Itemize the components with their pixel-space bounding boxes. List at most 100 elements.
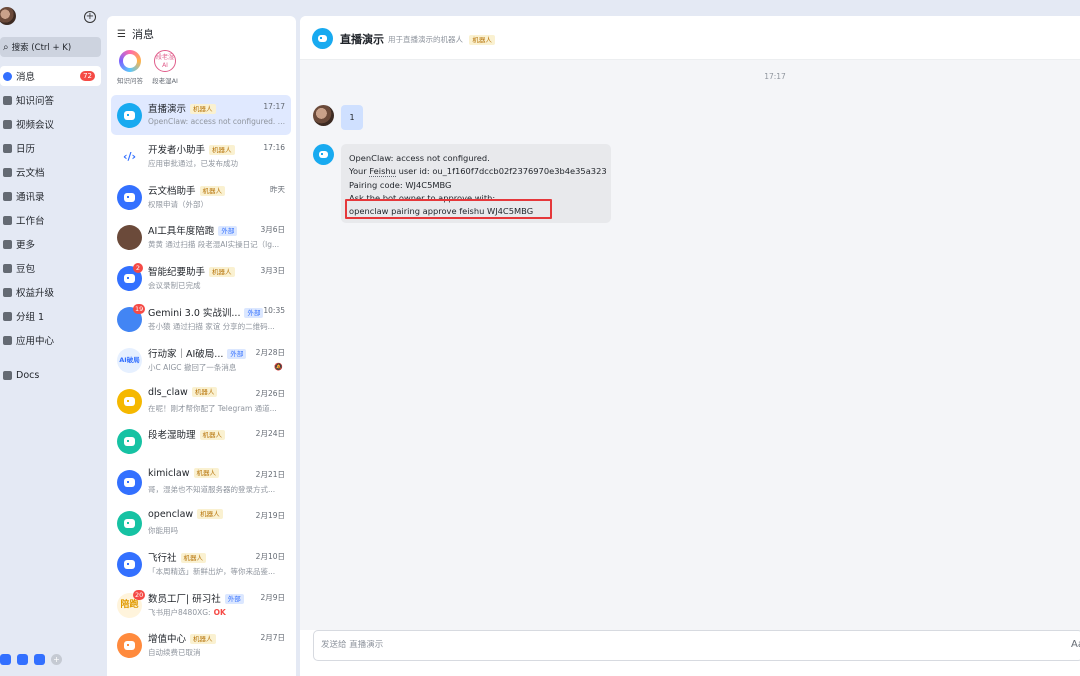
chat-time: 17:17 bbox=[263, 102, 285, 111]
nav-item-label: 视频会议 bbox=[16, 120, 55, 131]
chat-list-item[interactable]: 增值中心 机器人 2月7日 自动续费已取消 bbox=[111, 625, 291, 665]
nav-item-0[interactable]: 消息 72 bbox=[0, 66, 101, 86]
chat-name: 智能纪要助手 bbox=[148, 267, 206, 279]
external-tag: 外部 bbox=[224, 593, 244, 604]
external-tag: 外部 bbox=[218, 226, 238, 237]
left-nav: + ⌕ 搜索 (Ctrl + K) 消息 72 知识问答视频会议日历云文档通讯录工作… bbox=[0, 0, 106, 676]
duanlaoshi-ai-icon: 段老湿AI bbox=[154, 50, 176, 72]
add-app-icon[interactable]: + bbox=[51, 654, 62, 665]
user-message-avatar[interactable] bbox=[313, 105, 334, 126]
list-filter-icon[interactable]: ☰ bbox=[117, 29, 126, 40]
chat-preview: 飞书用户8480XG: OK bbox=[148, 607, 286, 618]
chat-time: 2月21日 bbox=[255, 470, 285, 480]
nav-item-11[interactable]: 应用中心 bbox=[0, 330, 101, 350]
bot-message-line-user-id: Your Feishu user id: ou_1f160f7dccb02f23… bbox=[349, 166, 607, 178]
chat-avatar bbox=[117, 388, 142, 414]
search-button[interactable]: ⌕ 搜索 (Ctrl + K) bbox=[0, 37, 101, 57]
nav-item-10[interactable]: 分组 1 bbox=[0, 306, 101, 326]
chat-list-item[interactable]: 19 Gemini 3.0 实战训... 外部 10:35 苍小猿 通过扫描 家谊 分享… bbox=[111, 299, 291, 339]
chat-time: 10:35 bbox=[263, 306, 285, 315]
chat-title[interactable]: 直播演示 bbox=[340, 31, 384, 47]
chat-avatar bbox=[117, 511, 142, 536]
chat-list-item[interactable]: 云文档助手 机器人 昨天 权限申请（外部） bbox=[111, 177, 291, 217]
feishu-link[interactable]: Feishu bbox=[369, 166, 396, 178]
chat-preview-text: 苍小猿 通过扫描 家谊 分享的二维码... bbox=[148, 322, 275, 331]
chat-name: kimiclaw bbox=[148, 468, 190, 480]
chat-name-line: 智能纪要助手 机器人 bbox=[148, 264, 235, 278]
format-button[interactable]: Aa bbox=[1071, 639, 1080, 650]
chat-list-item[interactable]: 飞行社 机器人 2月10日 「本周精选」新鲜出炉，等你来品鉴... bbox=[111, 544, 291, 584]
nav-item-6[interactable]: 工作台 bbox=[0, 210, 101, 230]
nav-item-12[interactable]: Docs bbox=[0, 365, 101, 385]
unread-badge: 72 bbox=[80, 71, 95, 81]
chat-preview-text: 你能用吗 bbox=[148, 526, 178, 535]
chat-list-item[interactable]: dls_claw 机器人 2月26日 在呢！刚才帮你配了 Telegram 通道... bbox=[111, 381, 291, 421]
bot-tag: 机器人 bbox=[191, 386, 218, 397]
chat-list-item[interactable]: 段老湿助理 机器人 2月24日 bbox=[111, 421, 291, 461]
nav-item-9[interactable]: 权益升级 bbox=[0, 282, 101, 302]
chat-list-item[interactable]: 2 智能纪要助手 机器人 3月3日 会议录制已完成 bbox=[111, 258, 291, 298]
user-message-bubble[interactable]: 1 bbox=[341, 105, 363, 130]
message-input[interactable] bbox=[321, 640, 1021, 650]
bot-tag: 机器人 bbox=[190, 104, 216, 114]
bot-message-avatar[interactable] bbox=[313, 144, 334, 165]
chat-list-item[interactable]: ‹/› 开发者小助手 机器人 17:16 应用审批通过，已发布成功 bbox=[111, 136, 291, 176]
chat-preview-text: OpenClaw: access not configured. Yo... bbox=[148, 117, 286, 126]
nav-item-label: 通讯录 bbox=[16, 192, 45, 203]
chat-list-item[interactable]: 直播演示 机器人 17:17 OpenClaw: access not configu… bbox=[111, 95, 291, 135]
app-icon-2[interactable] bbox=[17, 654, 28, 665]
nav-item-5[interactable]: 通讯录 bbox=[0, 186, 101, 206]
message-area: 17:17 1 OpenClaw: access not configured.… bbox=[300, 60, 1080, 630]
nav-item-label: 权益升级 bbox=[16, 288, 55, 299]
bot-message-line: Pairing code: WJ4C5MBG bbox=[349, 179, 452, 190]
nav-icon bbox=[3, 71, 12, 81]
chat-name: 增值中心 bbox=[148, 634, 187, 646]
nav-item-7[interactable]: 更多 bbox=[0, 234, 101, 254]
app-icon-3[interactable] bbox=[34, 654, 45, 665]
nav-item-label: 应用中心 bbox=[16, 336, 55, 347]
time-separator: 17:17 bbox=[764, 72, 786, 81]
chat-name: 行动家｜AI破局... bbox=[148, 348, 224, 360]
nav-item-2[interactable]: 视频会议 bbox=[0, 114, 101, 134]
nav-item-3[interactable]: 日历 bbox=[0, 138, 101, 158]
chat-list-item[interactable]: AI工具年度陪跑 外部 3月6日 黄黄 通过扫描 段老湿AI实操日记（lg... bbox=[111, 217, 291, 257]
chat-name: Gemini 3.0 实战训... bbox=[148, 308, 241, 319]
chat-preview: 「本周精选」新鲜出炉，等你来品鉴... bbox=[148, 566, 286, 577]
chat-list-item[interactable]: openclaw 机器人 2月19日 你能用吗 bbox=[111, 503, 291, 543]
chat-preview: 哥，湿弟也不知道服务器的登录方式... bbox=[148, 484, 286, 495]
mute-icon: 🔕 bbox=[274, 362, 283, 371]
nav-item-label: 豆包 bbox=[16, 264, 36, 275]
message-composer[interactable]: Aa bbox=[313, 630, 1080, 661]
quick-app-duanlaoshi-ai[interactable]: 段老湿AI 段老湿AI bbox=[142, 50, 188, 85]
chat-list-item[interactable]: 陪跑 20 数员工厂| 研习社 外部 2月9日 飞书用户8480XG: OK bbox=[111, 585, 291, 625]
nav-item-label: 工作台 bbox=[16, 216, 45, 227]
chat-name: 数员工厂| 研习社 bbox=[148, 593, 221, 605]
quick-app-label: 知识问答 bbox=[117, 77, 143, 85]
chat-name-line: dls_claw 机器人 bbox=[148, 386, 218, 398]
nav-icon bbox=[3, 370, 12, 380]
user-avatar[interactable] bbox=[0, 7, 16, 25]
chat-avatar bbox=[117, 429, 142, 455]
external-tag: 外部 bbox=[227, 348, 247, 359]
nav-icon bbox=[3, 335, 12, 345]
chat-name-line: openclaw 机器人 bbox=[148, 509, 223, 520]
chat-header: 直播演示 用于直播演示的机器人 机器人 bbox=[300, 16, 1080, 60]
chat-list-item[interactable]: kimiclaw 机器人 2月21日 哥，湿弟也不知道服务器的登录方式... bbox=[111, 462, 291, 502]
nav-item-4[interactable]: 云文档 bbox=[0, 162, 101, 182]
chat-preview: 自动续费已取消 bbox=[148, 647, 286, 658]
chat-preview-text: 黄黄 通过扫描 段老湿AI实操日记（lg... bbox=[148, 240, 280, 250]
chat-preview-text: 自动续费已取消 bbox=[148, 648, 201, 658]
add-icon[interactable]: + bbox=[84, 11, 96, 23]
nav-item-8[interactable]: 豆包 bbox=[0, 258, 101, 278]
nav-icon bbox=[3, 143, 12, 153]
chat-name-line: 行动家｜AI破局... 外部 bbox=[148, 346, 247, 360]
chat-time: 昨天 bbox=[270, 184, 285, 194]
bot-avatar-icon[interactable] bbox=[312, 28, 333, 49]
chat-name-line: 飞行社 机器人 bbox=[148, 550, 207, 564]
list-title: 消息 bbox=[131, 28, 154, 41]
external-tag: 外部 bbox=[244, 308, 264, 318]
chat-list-item[interactable]: AI破局 行动家｜AI破局... 外部 2月28日 小C AIGC 撤回了一条消息 🔕 bbox=[111, 340, 291, 380]
app-icon-1[interactable] bbox=[0, 654, 11, 665]
nav-item-1[interactable]: 知识问答 bbox=[0, 90, 101, 110]
highlight-box bbox=[345, 199, 552, 219]
